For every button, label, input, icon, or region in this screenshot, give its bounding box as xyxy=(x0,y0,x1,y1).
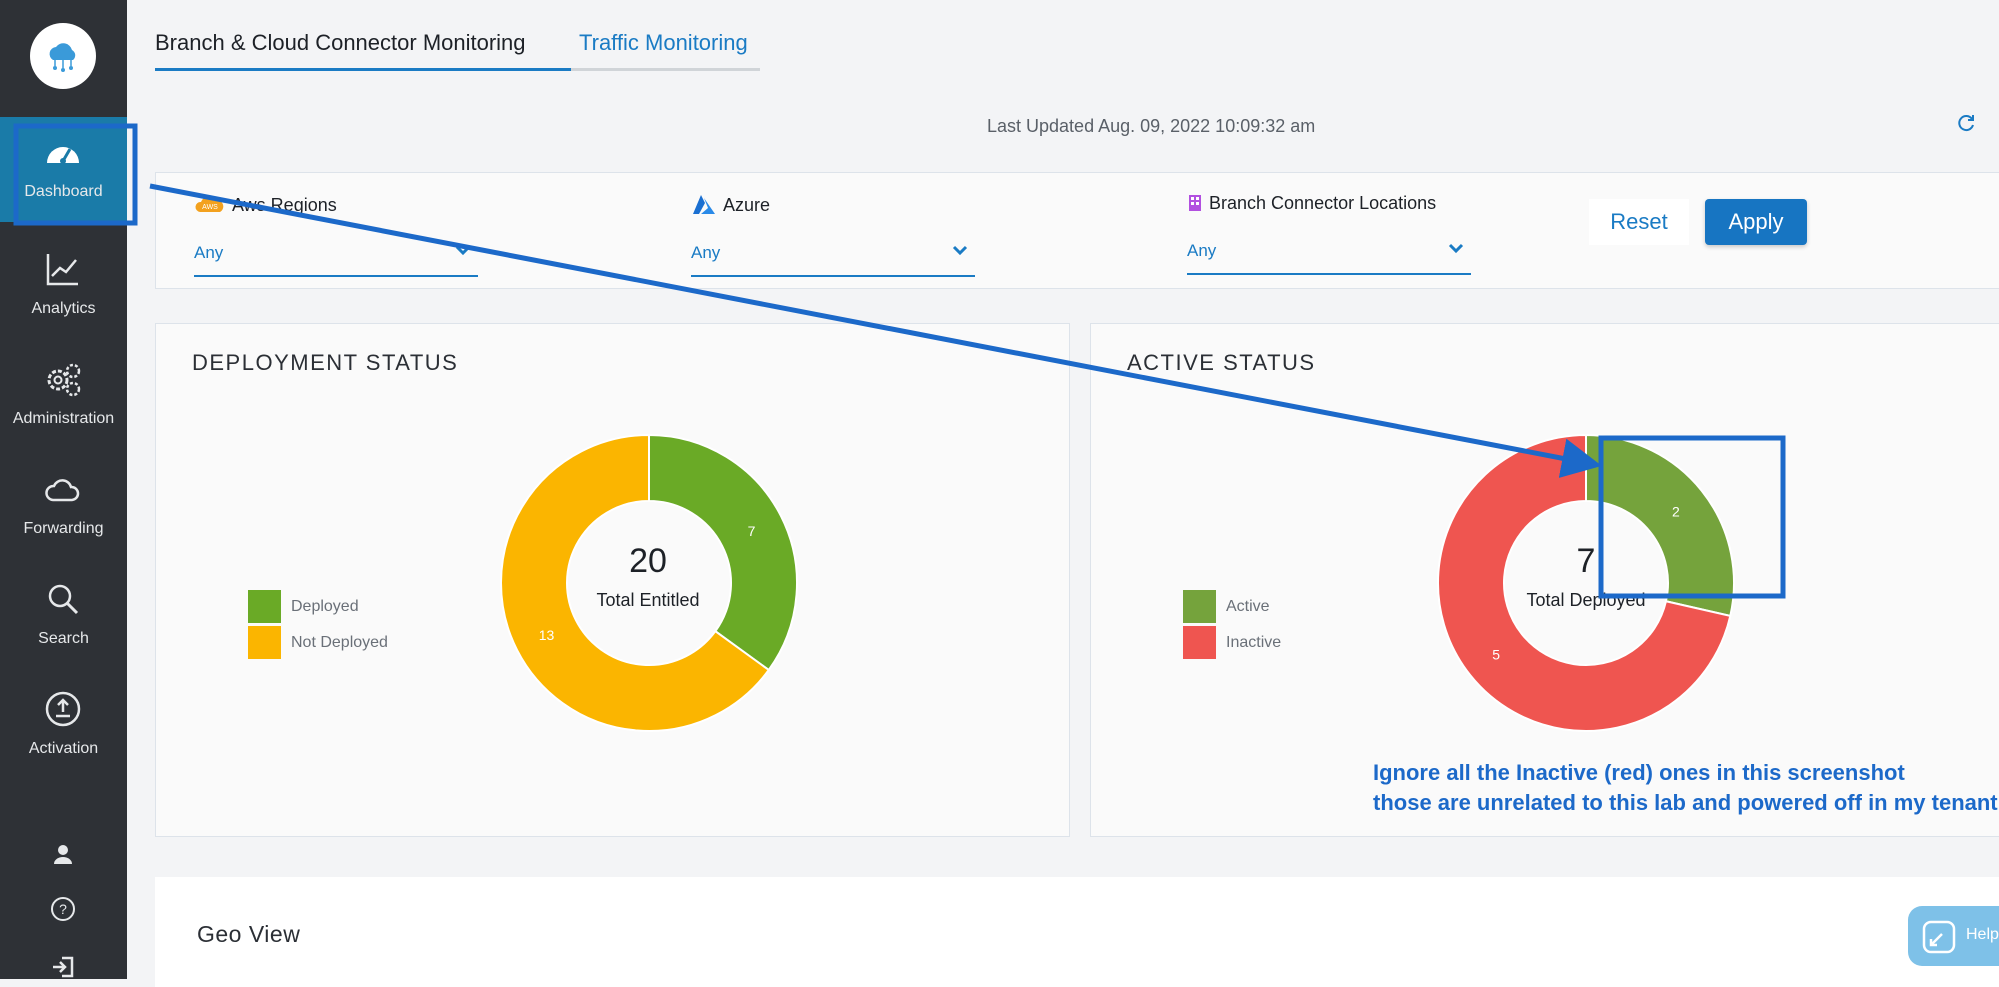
main-content: Branch & Cloud Connector Monitoring Traf… xyxy=(127,0,1999,987)
sidebar: Dashboard Analytics Administration Forwa… xyxy=(0,0,127,979)
donut-data-label: 5 xyxy=(1492,647,1500,663)
filter-label: Azure xyxy=(723,194,771,215)
chevron-down-icon[interactable] xyxy=(1447,239,1465,257)
help-icon[interactable]: ? xyxy=(48,894,78,924)
active-donut-chart: 25 xyxy=(1437,433,1735,732)
sidebar-item-search[interactable]: Search xyxy=(0,570,127,670)
filter-branch-connector-locations[interactable]: Branch Connector Locations Any xyxy=(1187,189,1471,275)
deployment-status-card: DEPLOYMENT STATUS Deployed Not Deployed … xyxy=(155,323,1070,837)
upload-icon xyxy=(45,691,81,727)
tab-traffic-monitoring[interactable]: Traffic Monitoring xyxy=(579,30,748,56)
sidebar-item-dashboard[interactable]: Dashboard xyxy=(0,117,127,222)
chart-line-icon xyxy=(46,254,78,286)
legend-item-active[interactable]: Active xyxy=(1183,590,1270,623)
tab-branch-cloud-monitoring[interactable]: Branch & Cloud Connector Monitoring xyxy=(155,30,526,56)
legend-swatch xyxy=(248,626,281,659)
apply-button[interactable]: Apply xyxy=(1705,199,1807,245)
azure-icon xyxy=(693,195,715,214)
sidebar-item-analytics[interactable]: Analytics xyxy=(0,240,127,340)
filter-value: Any xyxy=(194,243,224,262)
refresh-icon[interactable] xyxy=(1955,112,1977,134)
sidebar-item-label: Dashboard xyxy=(24,183,103,200)
chart-center-label: Total Entitled xyxy=(596,590,700,610)
building-icon xyxy=(1189,195,1201,211)
filter-label: Branch Connector Locations xyxy=(1209,192,1437,213)
help-label: Help xyxy=(1966,926,1999,943)
svg-text:AWS: AWS xyxy=(202,204,218,211)
legend-swatch xyxy=(1183,626,1216,659)
svg-text:?: ? xyxy=(59,901,67,917)
legend-label: Deployed xyxy=(291,597,359,615)
app-logo[interactable] xyxy=(30,23,96,89)
filter-azure[interactable]: Azure Any xyxy=(691,191,975,277)
legend-item-inactive[interactable]: Inactive xyxy=(1183,626,1281,659)
sidebar-item-activation[interactable]: Activation xyxy=(0,680,127,780)
user-icon[interactable] xyxy=(48,840,78,870)
sidebar-item-forwarding[interactable]: Forwarding xyxy=(0,460,127,560)
filter-label: Aws Regions xyxy=(232,194,337,215)
donut-data-label: 13 xyxy=(539,627,555,643)
sidebar-item-label: Activation xyxy=(28,740,99,757)
aws-icon: AWS xyxy=(195,197,224,212)
legend-swatch xyxy=(248,590,281,623)
donut-slice-active[interactable] xyxy=(1585,433,1735,618)
tab-active-indicator xyxy=(155,68,571,71)
deployment-donut-chart: 7 13 xyxy=(500,433,798,732)
chart-center-value: 20 xyxy=(629,542,667,580)
legend-label: Active xyxy=(1226,597,1270,615)
sidebar-item-label: Analytics xyxy=(31,300,96,317)
search-icon xyxy=(48,584,79,615)
deployment-status-title: DEPLOYMENT STATUS xyxy=(192,350,459,375)
speedometer-icon xyxy=(47,147,79,164)
chevron-down-icon[interactable] xyxy=(951,241,969,259)
legend-label: Not Deployed xyxy=(291,633,388,651)
geo-view-card: Geo View xyxy=(155,877,1999,987)
donut-data-label: 2 xyxy=(1672,503,1680,519)
chevron-down-icon[interactable] xyxy=(454,241,472,259)
geo-view-title: Geo View xyxy=(197,921,301,947)
reset-button[interactable]: Reset xyxy=(1589,199,1689,245)
sidebar-item-label: Administration xyxy=(12,410,115,427)
filter-aws-regions[interactable]: AWS Aws Regions Any xyxy=(194,191,478,277)
chart-center-label: Total Deployed xyxy=(1526,590,1646,610)
logout-icon[interactable] xyxy=(48,952,78,982)
legend-item-deployed[interactable]: Deployed xyxy=(248,590,359,623)
sidebar-item-label: Search xyxy=(38,630,89,647)
legend-label: Inactive xyxy=(1226,633,1282,651)
filter-value: Any xyxy=(1187,241,1217,260)
annotation-line: Ignore all the Inactive (red) ones in th… xyxy=(1373,760,1905,785)
sidebar-item-label: Forwarding xyxy=(23,520,104,537)
annotation-line: those are unrelated to this lab and powe… xyxy=(1373,790,1998,815)
filter-value: Any xyxy=(691,243,721,262)
legend-item-not-deployed[interactable]: Not Deployed xyxy=(248,626,388,659)
last-updated-text: Last Updated Aug. 09, 2022 10:09:32 am xyxy=(987,116,1316,136)
help-button[interactable]: Help xyxy=(1908,906,1999,966)
cloud-network-icon xyxy=(49,43,76,72)
chart-center-value: 7 xyxy=(1576,542,1596,580)
annotation-text: Ignore all the Inactive (red) ones in th… xyxy=(1373,758,1998,818)
donut-data-label: 7 xyxy=(748,523,756,539)
sidebar-item-administration[interactable]: Administration xyxy=(0,350,127,450)
gears-icon xyxy=(47,363,81,397)
cloud-icon xyxy=(45,479,80,502)
legend-swatch xyxy=(1183,590,1216,623)
expand-help-icon xyxy=(1922,920,1956,954)
active-status-title: ACTIVE STATUS xyxy=(1127,350,1316,375)
